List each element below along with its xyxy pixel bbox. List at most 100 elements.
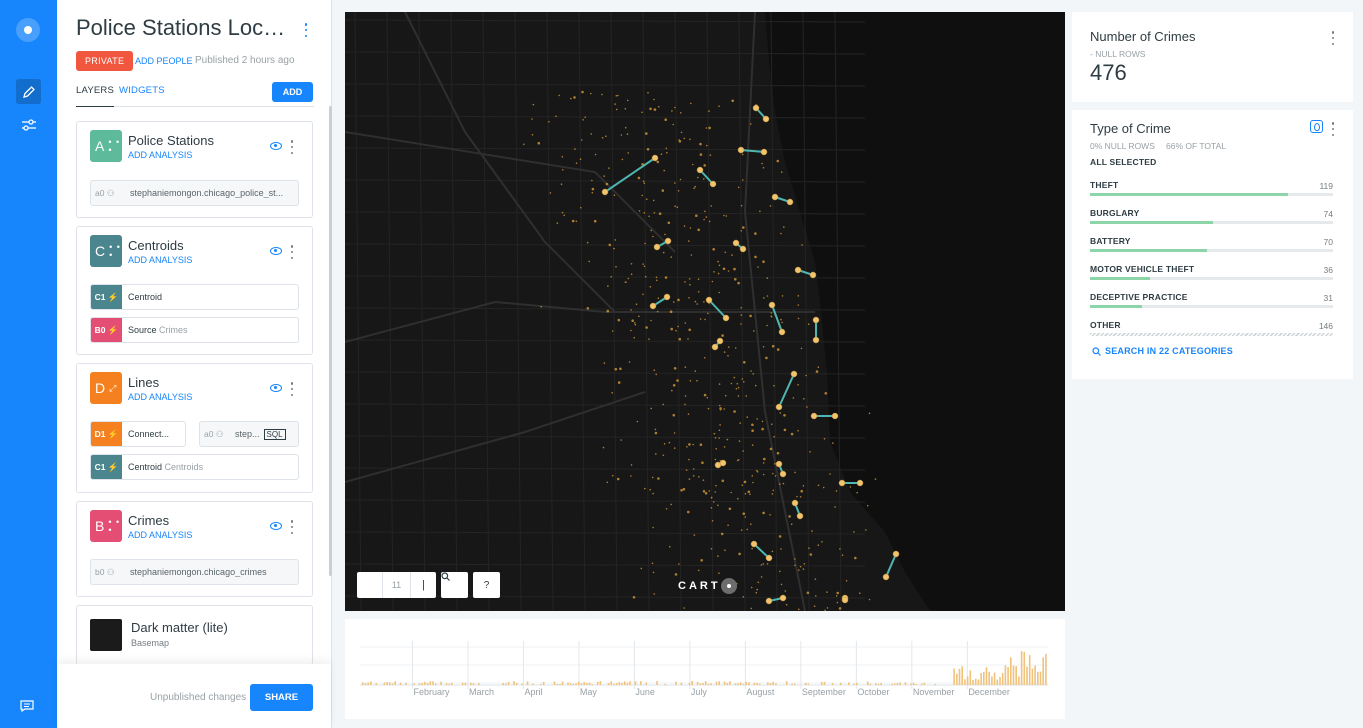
widget-options-icon[interactable] — [1329, 31, 1337, 45]
visibility-eye-icon[interactable] — [270, 384, 282, 392]
tab-layers[interactable]: LAYERS — [76, 85, 114, 107]
layer-name[interactable]: Crimes — [128, 513, 169, 528]
category-name: DECEPTIVE PRACTICE — [1090, 292, 1188, 302]
add-analysis-link[interactable]: ADD ANALYSIS — [128, 255, 192, 265]
carto-logo-icon — [720, 578, 737, 594]
settings-sliders-icon[interactable] — [16, 112, 41, 137]
carto-logo-icon[interactable] — [16, 18, 40, 42]
time-series-widget[interactable]: February March April May June July August Septe… — [345, 619, 1065, 719]
category-row[interactable]: THEFT 119 — [1090, 180, 1333, 208]
timeline-bar — [440, 681, 442, 685]
station-point — [809, 271, 817, 279]
analysis-node-centroid[interactable]: C1 ⚡ Centroid Centroids — [90, 454, 299, 480]
analysis-node-connect[interactable]: D1 ⚡ Connect... — [90, 421, 186, 447]
visibility-eye-icon[interactable] — [270, 247, 282, 255]
timeline-bar — [993, 672, 996, 685]
search-categories-link[interactable]: SEARCH IN 22 CATEGORIES — [1092, 346, 1233, 356]
station-point — [739, 245, 747, 253]
timeline-bar — [831, 683, 834, 685]
source-node[interactable]: a0 ⚇ stephaniemongon.chicago_police_st..… — [90, 180, 299, 206]
share-button[interactable]: SHARE — [250, 684, 313, 711]
privacy-badge[interactable]: PRIVATE — [76, 51, 134, 71]
timeline-bar — [383, 682, 386, 685]
analysis-node-centroid[interactable]: C1 ⚡ Centroid — [90, 284, 299, 310]
layer-options-icon[interactable] — [288, 140, 296, 154]
layer-name[interactable]: Lines — [128, 375, 159, 390]
zoom-level: 11 — [382, 572, 411, 598]
layer-card-police-stations[interactable]: A • • • Police Stations ADD ANALYSIS a0 ⚇ … — [76, 121, 313, 218]
category-row[interactable]: MOTOR VEHICLE THEFT 36 — [1090, 264, 1333, 292]
layer-name[interactable]: Centroids — [128, 238, 184, 253]
widget-options-icon[interactable] — [1329, 122, 1337, 136]
station-point — [856, 479, 864, 487]
visibility-eye-icon[interactable] — [270, 142, 282, 150]
map-help-button[interactable]: ? — [473, 572, 500, 598]
map-title[interactable]: Police Stations Locat... — [76, 15, 291, 41]
timeline-bar — [370, 681, 372, 685]
layer-badge: B • • • — [90, 510, 122, 542]
timeline-bar — [983, 671, 985, 685]
layer-options-icon[interactable] — [288, 382, 296, 396]
map-options-icon[interactable] — [302, 23, 310, 37]
tab-widgets[interactable]: WIDGETS — [119, 85, 165, 96]
timeline-bar — [767, 682, 769, 685]
station-point — [778, 328, 786, 336]
station-point — [709, 180, 717, 188]
source-node[interactable]: b0 ⚇ stephaniemongon.chicago_crimes — [90, 559, 299, 585]
timeline-bar — [823, 681, 826, 685]
basemap-name[interactable]: Dark matter (lite) — [131, 620, 228, 635]
visibility-eye-icon[interactable] — [270, 522, 282, 530]
layer-name[interactable]: Police Stations — [128, 133, 214, 148]
add-analysis-link[interactable]: ADD ANALYSIS — [128, 150, 192, 160]
layer-options-icon[interactable] — [288, 520, 296, 534]
timeline-bar — [734, 683, 737, 685]
analysis-node-source[interactable]: B0 ⚡ Source Crimes — [90, 317, 299, 343]
source-node-sql[interactable]: a0 ⚇ step... SQL — [199, 421, 299, 447]
timeline-bar — [715, 681, 718, 685]
station-point — [601, 188, 609, 196]
timeline-bar — [1012, 665, 1015, 685]
timeline-bar — [426, 682, 429, 685]
add-analysis-link[interactable]: ADD ANALYSIS — [128, 530, 192, 540]
map-canvas[interactable]: 11 | ? CART — [345, 12, 1065, 611]
category-row[interactable]: OTHER 146 — [1090, 320, 1333, 348]
timeline-bar — [974, 678, 977, 685]
map-search-button[interactable] — [441, 572, 468, 598]
add-layer-button[interactable]: ADD — [272, 82, 313, 102]
basemap-card[interactable]: Dark matter (lite) Basemap — [76, 605, 313, 665]
layer-card-crimes[interactable]: B • • • Crimes ADD ANALYSIS b0 ⚇ stephanie… — [76, 501, 313, 597]
timeline-bar — [877, 683, 880, 685]
color-drop-icon[interactable] — [1310, 120, 1323, 133]
layer-options-icon[interactable] — [288, 245, 296, 259]
timeline-bar — [896, 683, 899, 685]
timeline-bar — [934, 684, 936, 685]
layer-badge: D ⤢ — [90, 372, 122, 404]
zoom-out-button[interactable] — [357, 572, 382, 598]
timeline-bar — [953, 668, 955, 685]
panel-scrollbar[interactable] — [329, 106, 332, 576]
timeline-month-label: March — [468, 687, 494, 697]
chat-icon[interactable] — [20, 699, 34, 717]
timeline-bar — [472, 683, 475, 685]
timeline-bar — [1039, 671, 1042, 685]
category-row[interactable]: BURGLARY 74 — [1090, 208, 1333, 236]
category-bar-track — [1090, 193, 1333, 196]
category-row[interactable]: BATTERY 70 — [1090, 236, 1333, 264]
pencil-icon[interactable] — [16, 79, 41, 104]
timeline-month-label: June — [635, 687, 655, 697]
add-analysis-link[interactable]: ADD ANALYSIS — [128, 392, 192, 402]
sql-button[interactable]: SQL — [263, 428, 286, 440]
timeline-bar — [985, 667, 988, 685]
station-point — [796, 512, 804, 520]
zoom-in-button[interactable]: | — [411, 572, 436, 598]
add-people-link[interactable]: ADD PEOPLE — [135, 56, 193, 66]
layer-card-lines[interactable]: D ⤢ Lines ADD ANALYSIS D1 ⚡ Connect... a0… — [76, 363, 313, 493]
category-bar-fill — [1090, 305, 1142, 308]
timeline-month-label: December — [968, 687, 1010, 697]
layer-card-centroids[interactable]: C • • • Centroids ADD ANALYSIS C1 ⚡ Centro… — [76, 226, 313, 355]
timeline-bar — [804, 682, 807, 685]
timeline-bar — [904, 682, 907, 685]
timeline-bar — [567, 682, 569, 685]
category-row[interactable]: DECEPTIVE PRACTICE 31 — [1090, 292, 1333, 320]
timeline-bar — [991, 676, 993, 685]
